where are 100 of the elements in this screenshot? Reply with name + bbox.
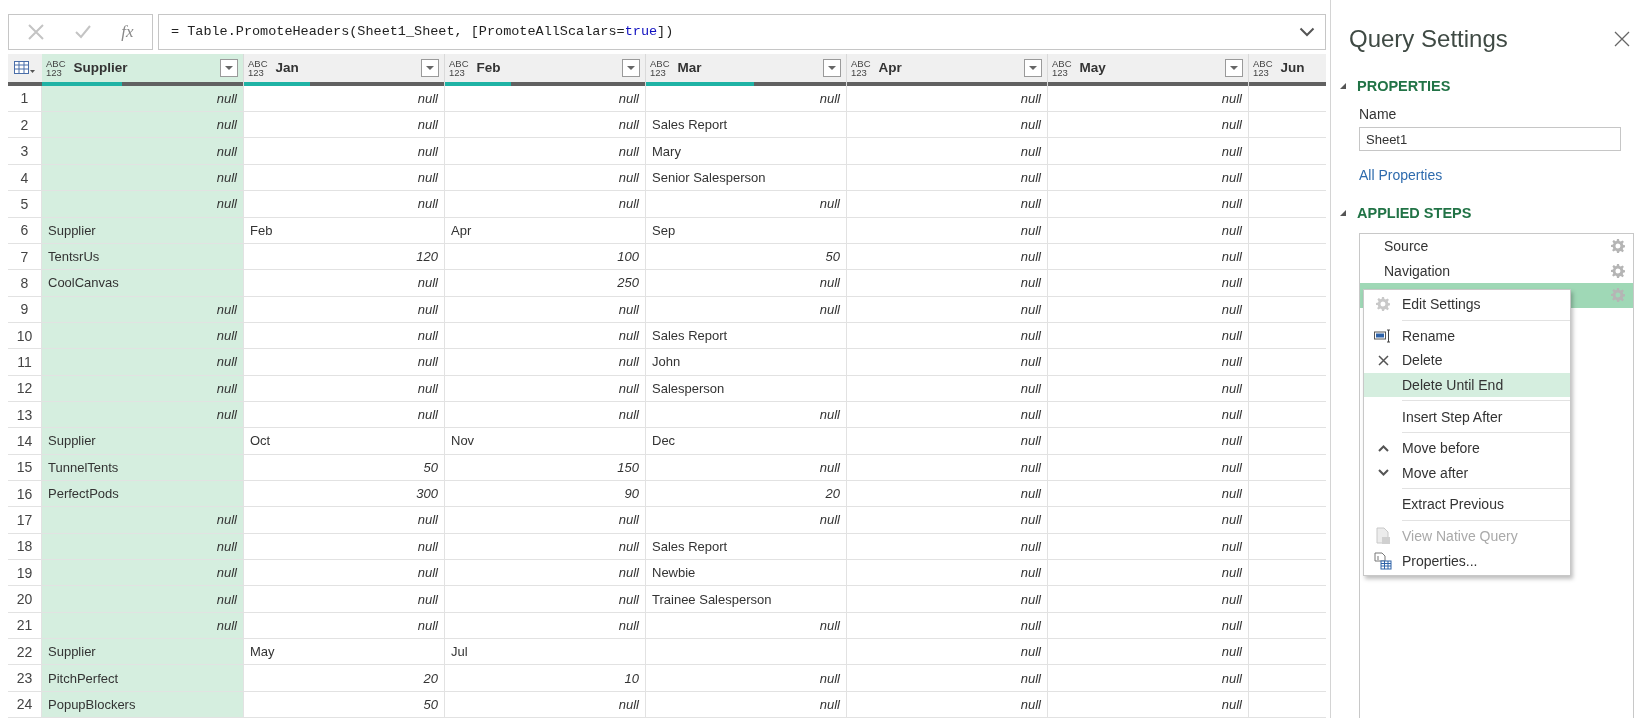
- table-cell: null: [847, 586, 1048, 613]
- all-properties-link[interactable]: All Properties: [1359, 167, 1443, 183]
- step-item[interactable]: Navigation: [1360, 258, 1633, 284]
- table-cell: null: [445, 691, 646, 718]
- menu-item[interactable]: Insert Step After: [1364, 404, 1570, 429]
- expanded-icon[interactable]: [1339, 82, 1347, 90]
- table-cell: null: [847, 533, 1048, 560]
- table-cell: null: [445, 349, 646, 376]
- table-cell: null: [1048, 665, 1249, 692]
- check-icon[interactable]: [74, 23, 93, 40]
- filter-button[interactable]: [220, 58, 238, 77]
- caret-icon: [1028, 64, 1038, 71]
- table-cell: null: [847, 349, 1048, 376]
- table-cell: null: [42, 112, 244, 139]
- table-cell: 20: [646, 480, 847, 508]
- table-cell: CoolCanvas: [42, 270, 244, 297]
- table-cell: Feb: [244, 217, 445, 244]
- column-name: Mar: [677, 60, 703, 76]
- table-cell: null: [445, 138, 646, 165]
- type-label: ABC: [1052, 58, 1072, 68]
- menu-item[interactable]: Properties...: [1364, 548, 1570, 573]
- table-cell: null: [1048, 612, 1249, 639]
- table-cell: null: [847, 322, 1048, 350]
- table-cell: null: [42, 296, 244, 323]
- table-cell: null: [445, 296, 646, 323]
- table-cell: null: [1048, 480, 1249, 508]
- column-name: Feb: [476, 60, 502, 76]
- caret-icon: [827, 64, 837, 71]
- name-label: Name: [1359, 106, 1398, 122]
- table-cell: null: [847, 296, 1048, 323]
- filter-button[interactable]: [823, 58, 841, 77]
- table-cell: null: [244, 401, 445, 429]
- table-cell: null: [847, 270, 1048, 297]
- table-cell: null: [646, 296, 847, 323]
- table-cell: Nov: [445, 428, 646, 455]
- panel-title: Query Settings: [1349, 25, 1509, 53]
- menu-item[interactable]: Delete: [1364, 348, 1570, 373]
- name-field[interactable]: Sheet1: [1359, 127, 1621, 151]
- table-cell: null: [244, 138, 445, 165]
- table-cell: null: [445, 612, 646, 639]
- table-cell: null: [244, 112, 445, 139]
- table-cell: null: [847, 691, 1048, 718]
- chevron-down-icon[interactable]: [1299, 26, 1315, 37]
- menu-item[interactable]: Edit Settings: [1364, 292, 1570, 317]
- formula-field[interactable]: = Table.PromoteHeaders(Sheet1_Sheet, [PromoteAllScalars=true]): [158, 14, 1326, 50]
- type-label: ABC: [449, 58, 469, 68]
- document-icon: [1375, 527, 1391, 546]
- table-cell: PerfectPods: [42, 480, 244, 508]
- type-label: 123: [1253, 67, 1269, 77]
- filter-button[interactable]: [622, 58, 640, 77]
- caret-icon: [224, 64, 234, 71]
- filter-button[interactable]: [1024, 58, 1042, 77]
- table-cell: 100: [445, 243, 646, 271]
- table-cell: Supplier: [42, 217, 244, 244]
- table-cell: Dec: [646, 428, 847, 455]
- menu-item[interactable]: Extract Previous: [1364, 492, 1570, 517]
- type-label: 123: [650, 67, 666, 77]
- table-cell: null: [847, 112, 1048, 139]
- table-cell: null: [847, 191, 1048, 218]
- table-cell: null: [244, 270, 445, 297]
- type-label: 123: [449, 67, 465, 77]
- expanded-icon[interactable]: [1339, 209, 1347, 217]
- filter-button[interactable]: [421, 58, 439, 77]
- table-cell: 50: [244, 691, 445, 718]
- table-cell: 10: [445, 665, 646, 692]
- table-menu-icon[interactable]: [14, 59, 36, 76]
- table-cell: null: [847, 217, 1048, 244]
- table-cell: TentsrUs: [42, 243, 244, 271]
- table-cell: null: [1048, 349, 1249, 376]
- table-cell: null: [1048, 401, 1249, 429]
- menu-item[interactable]: Delete Until End: [1364, 372, 1570, 398]
- table-cell: null: [1048, 191, 1249, 218]
- type-label: 123: [46, 67, 62, 77]
- table-cell: null: [847, 243, 1048, 271]
- table-cell: null: [847, 454, 1048, 481]
- properties-icon: [1374, 551, 1392, 570]
- type-label: ABC: [1253, 58, 1273, 68]
- table-cell: null: [42, 191, 244, 218]
- table-cell: null: [646, 665, 847, 692]
- table-cell: null: [42, 401, 244, 429]
- table-cell: null: [42, 349, 244, 376]
- type-label: ABC: [851, 58, 871, 68]
- table-cell: null: [244, 191, 445, 218]
- table-cell: PopupBlockers: [42, 691, 244, 718]
- filter-button[interactable]: [1225, 58, 1243, 77]
- column-name: Jan: [275, 60, 300, 76]
- menu-item[interactable]: Rename: [1364, 323, 1570, 349]
- function-button[interactable]: fx: [121, 21, 134, 42]
- table-cell: null: [646, 85, 847, 113]
- table-cell: null: [445, 586, 646, 613]
- step-item[interactable]: Source: [1360, 234, 1633, 259]
- table-cell: null: [42, 85, 244, 113]
- menu-item[interactable]: Move after: [1364, 460, 1570, 486]
- table-cell: Newbie: [646, 560, 847, 587]
- table-cell: 150: [445, 454, 646, 481]
- menu-item[interactable]: Move before: [1364, 435, 1570, 461]
- close-button[interactable]: [1614, 31, 1630, 47]
- column-name: Apr: [878, 60, 903, 76]
- table-cell: null: [244, 612, 445, 639]
- table-cell: null: [646, 270, 847, 297]
